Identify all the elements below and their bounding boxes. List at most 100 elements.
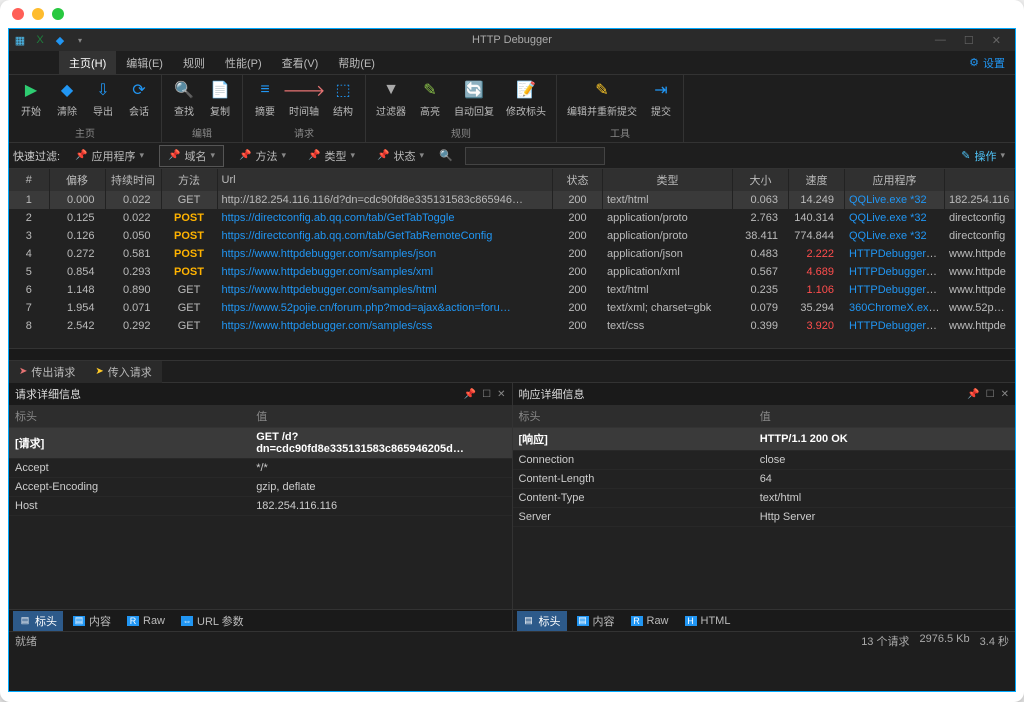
dock-icon[interactable]: ☐ [482, 389, 491, 400]
search-icon: 🔍 [439, 149, 453, 162]
table-row[interactable]: 20.1250.022POSThttps://directconfig.ab.q… [9, 209, 1015, 227]
app-icon: ▦ [13, 33, 27, 47]
pin-icon[interactable]: 📌 [464, 389, 476, 400]
response-pane-tabs: ▤标头▤内容RRawHHTML [513, 609, 1016, 631]
ribbon-icon: ⬚ [332, 79, 354, 101]
ribbon-提交[interactable]: ⇥提交 [643, 77, 679, 123]
pane-tab-Raw[interactable]: RRaw [625, 613, 675, 629]
header-row[interactable]: Content-Typetext/html [513, 489, 1016, 508]
pane-tab-标头[interactable]: ▤标头 [517, 611, 567, 631]
ribbon-label: 提交 [651, 103, 671, 118]
header-row[interactable]: ServerHttp Server [513, 508, 1016, 527]
pane-tab-内容[interactable]: ▤内容 [571, 611, 621, 631]
menu-item[interactable]: 规则 [173, 51, 215, 74]
menu-item[interactable]: 查看(V) [272, 51, 329, 74]
menu-item[interactable]: 主页(H) [59, 51, 116, 74]
resp-header-col-val[interactable]: 值 [754, 405, 1015, 428]
maximize-button[interactable]: ☐ [964, 34, 974, 47]
close-icon[interactable]: ✕ [1001, 389, 1009, 400]
req-header-col-val[interactable]: 值 [250, 405, 511, 428]
header-row[interactable]: Accept-Encodinggzip, deflate [9, 478, 512, 497]
ribbon-修改标头[interactable]: 📝修改标头 [500, 77, 552, 123]
table-row[interactable]: 61.1480.890GEThttps://www.httpdebugger.c… [9, 281, 1015, 299]
header-row[interactable]: Connectionclose [513, 451, 1016, 470]
header-row[interactable]: [响应]HTTP/1.1 200 OK [513, 428, 1016, 451]
ribbon-摘要[interactable]: ≡摘要 [247, 77, 283, 123]
ribbon-导出[interactable]: ⇩导出 [85, 77, 121, 123]
menu-item[interactable]: 性能(P) [215, 51, 272, 74]
menu-item[interactable]: 编辑(E) [116, 51, 173, 74]
grid-col[interactable]: # [9, 169, 49, 191]
grid-col[interactable] [945, 169, 1015, 191]
menu-item[interactable]: 帮助(E) [328, 51, 385, 74]
file-menu-blank[interactable] [9, 51, 59, 74]
minimize-button[interactable]: — [935, 34, 946, 47]
ribbon-自动回复[interactable]: 🔄自动回复 [448, 77, 500, 123]
grid-col[interactable]: 大小 [733, 169, 789, 191]
table-row[interactable]: 71.9540.071GEThttps://www.52pojie.cn/for… [9, 299, 1015, 317]
table-row[interactable]: 10.0000.022GEThttp://182.254.116.116/d?d… [9, 191, 1015, 209]
grid-col[interactable]: 状态 [553, 169, 603, 191]
header-row[interactable]: [请求]GET /d?dn=cdc90fd8e335131583c8659462… [9, 428, 512, 459]
grid-col[interactable]: 类型 [603, 169, 733, 191]
pane-tab-标头[interactable]: ▤标头 [13, 611, 63, 631]
qat-caret-icon[interactable]: ▾ [73, 33, 87, 47]
min-dot[interactable] [32, 8, 44, 20]
pane-tab-URL 参数[interactable]: ⇔URL 参数 [175, 611, 250, 631]
ribbon-时间轴[interactable]: 🡒时间轴 [283, 77, 325, 123]
settings-link[interactable]: ⚙ 设置 [959, 51, 1015, 74]
clear-icon[interactable]: ◆ [53, 33, 67, 47]
grid-col[interactable]: 应用程序 [845, 169, 945, 191]
pane-tab-Raw[interactable]: RRaw [121, 613, 171, 629]
details-split: 请求详细信息 📌☐✕ 标头值 [请求]GET /d?dn=cdc90fd8e33… [9, 383, 1015, 631]
pin-icon[interactable]: 📌 [967, 389, 979, 400]
table-row[interactable]: 30.1260.050POSThttps://directconfig.ab.q… [9, 227, 1015, 245]
dock-icon[interactable]: ☐ [986, 389, 995, 400]
ribbon-编辑并重新提交[interactable]: ✎编辑并重新提交 [561, 77, 643, 123]
header-row[interactable]: Host182.254.116.116 [9, 497, 512, 516]
req-header-col-key[interactable]: 标头 [9, 405, 250, 428]
table-row[interactable]: 82.5420.292GEThttps://www.httpdebugger.c… [9, 317, 1015, 335]
resp-header-col-key[interactable]: 标头 [513, 405, 754, 428]
grid-col[interactable]: 偏移 [49, 169, 105, 191]
status-size: 2976.5 Kb [919, 633, 969, 649]
search-input[interactable] [465, 147, 605, 165]
grid-col[interactable]: 速度 [789, 169, 845, 191]
operation-menu[interactable]: ✎ 操作 ▾ [961, 148, 1011, 164]
ribbon-清除[interactable]: ◆清除 [49, 77, 85, 123]
ribbon-复制[interactable]: 📄复制 [202, 77, 238, 123]
ribbon-查找[interactable]: 🔍查找 [166, 77, 202, 123]
close-button[interactable]: ✕ [992, 34, 1001, 47]
table-row[interactable]: 50.8540.293POSThttps://www.httpdebugger.… [9, 263, 1015, 281]
ribbon-高亮[interactable]: ✎高亮 [412, 77, 448, 123]
grid-col[interactable]: Url [217, 169, 553, 191]
filter-app[interactable]: 📌应用程序▾ [68, 145, 151, 167]
ribbon-开始[interactable]: ▶开始 [13, 77, 49, 123]
header-row[interactable]: Content-Length64 [513, 470, 1016, 489]
header-row[interactable]: Accept*/* [9, 459, 512, 478]
ribbon-icon: ✎ [419, 79, 441, 101]
pane-tab-HTML[interactable]: HHTML [679, 613, 737, 629]
filter-domain[interactable]: 📌域名▾ [159, 145, 224, 167]
grid-col[interactable]: 持续时间 [105, 169, 161, 191]
pane-tab-内容[interactable]: ▤内容 [67, 611, 117, 631]
ribbon-过滤器[interactable]: ▼过滤器 [370, 77, 412, 123]
filter-status[interactable]: 📌状态▾ [370, 145, 431, 167]
filter-type[interactable]: 📌类型▾ [301, 145, 362, 167]
close-icon[interactable]: ✕ [497, 389, 505, 400]
tab-outgoing[interactable]: ➤传出请求 [9, 361, 85, 383]
table-row[interactable]: 40.2720.581POSThttps://www.httpdebugger.… [9, 245, 1015, 263]
filter-method[interactable]: 📌方法▾ [232, 145, 293, 167]
pin-icon: 📌 [308, 150, 320, 161]
excel-export-icon[interactable]: X [33, 33, 47, 47]
ribbon-结构[interactable]: ⬚结构 [325, 77, 361, 123]
grid-hscroll[interactable] [9, 349, 1015, 361]
request-grid[interactable]: #偏移持续时间方法Url状态类型大小速度应用程序 10.0000.022GETh… [9, 169, 1015, 349]
grid-col[interactable]: 方法 [161, 169, 217, 191]
max-dot[interactable] [52, 8, 64, 20]
ribbon-会话[interactable]: ⟳会话 [121, 77, 157, 123]
close-dot[interactable] [12, 8, 24, 20]
response-pane-title: 响应详细信息 [519, 386, 585, 402]
tab-incoming[interactable]: ➤传入请求 [85, 361, 161, 383]
quickfilter-label: 快速过滤: [13, 148, 60, 164]
